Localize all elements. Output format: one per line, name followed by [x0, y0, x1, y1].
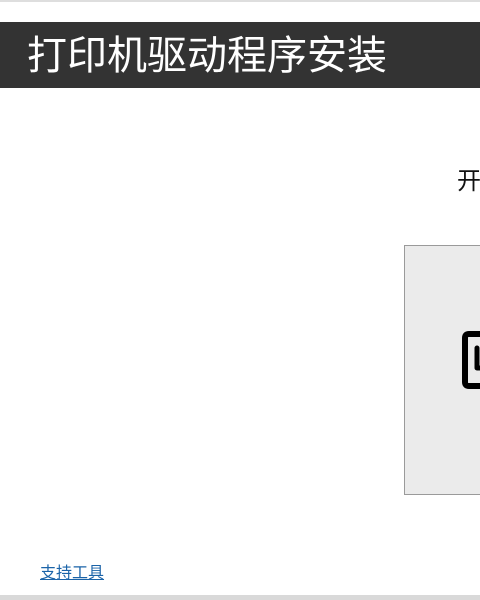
start-prompt-text: 开: [457, 167, 480, 195]
page-title: 打印机驱动程序安装: [27, 33, 387, 79]
window-top-edge: [0, 0, 480, 2]
bottom-bar: [0, 595, 480, 600]
printer-install-tile[interactable]: [404, 245, 480, 495]
printer-icon: [462, 331, 480, 389]
header-bar: 打印机驱动程序安装: [0, 22, 480, 88]
support-tools-link[interactable]: 支持工具: [40, 563, 104, 583]
